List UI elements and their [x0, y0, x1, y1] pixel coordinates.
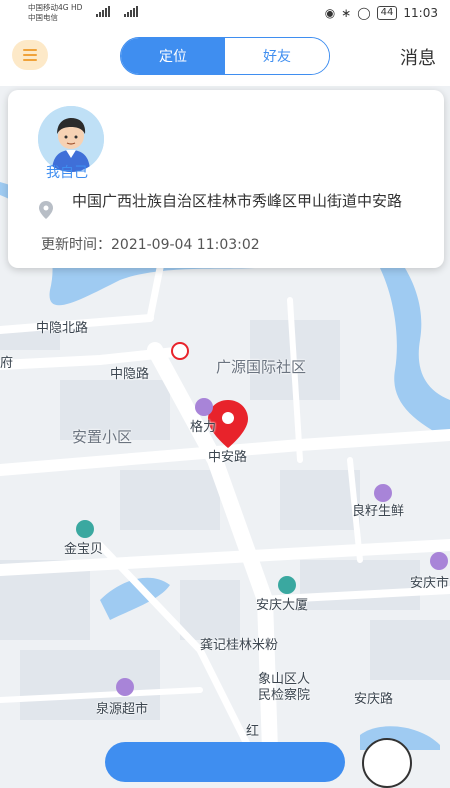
segmented-tabs: 定位 好友	[120, 37, 330, 75]
metro-icon[interactable]	[171, 342, 189, 360]
signal-icon	[124, 6, 138, 17]
status-bar: 中国移动4G HD 中国电信 ◉ ∗ ◯ 44 11:03	[0, 0, 450, 28]
map-label: 红	[246, 724, 260, 739]
map-label: 良籽生鲜	[352, 504, 405, 519]
map-label: 中隐路	[110, 367, 150, 382]
map-label: 广源国际社区	[216, 358, 307, 376]
menu-icon[interactable]	[12, 40, 48, 70]
signal-icons	[96, 6, 138, 17]
location-card: 我自己 中国广西壮族自治区桂林市秀峰区甲山街道中安路 更新时间：2021-09-…	[8, 90, 444, 268]
map-label: 安庆路	[354, 692, 394, 707]
map-label: 金宝贝	[64, 542, 104, 557]
building-icon[interactable]	[278, 576, 296, 594]
address-text: 中国广西壮族自治区桂林市秀峰区甲山街道中安路	[72, 192, 403, 210]
shop-icon[interactable]	[116, 678, 134, 696]
clock: 11:03	[403, 6, 438, 20]
bottom-action-button[interactable]	[105, 742, 345, 782]
compass-icon[interactable]	[362, 738, 412, 788]
bluetooth-icon: ∗	[341, 6, 352, 20]
update-time-value: 2021-09-04 11:03:02	[111, 237, 260, 253]
eye-icon: ◉	[324, 6, 336, 20]
update-time: 更新时间：2021-09-04 11:03:02	[41, 234, 260, 254]
map-label: 民检察院	[258, 688, 311, 703]
map-label: 安庆市	[410, 576, 450, 591]
shop-icon[interactable]	[195, 398, 213, 416]
carrier-1: 中国移动4G HD	[28, 3, 83, 12]
tab-locate[interactable]: 定位	[121, 38, 225, 74]
shop-icon[interactable]	[430, 552, 448, 570]
messages-button[interactable]: 消息	[400, 44, 436, 70]
battery-icon: 44	[376, 6, 398, 20]
map-label: 中安路	[208, 450, 248, 465]
signal-icon	[96, 6, 110, 17]
map-label: 泉源超市	[96, 702, 149, 717]
carrier-2: 中国电信	[28, 13, 58, 22]
top-bar: 定位 好友 消息	[0, 28, 450, 86]
carrier-info: 中国移动4G HD 中国电信	[28, 3, 82, 23]
map-label: 府	[0, 356, 14, 371]
map-label: 龚记桂林米粉	[200, 638, 279, 653]
map-label: 安置小区	[72, 428, 133, 446]
update-time-label: 更新时间：	[41, 237, 111, 253]
education-icon[interactable]	[76, 520, 94, 538]
user-name: 我自己	[46, 165, 88, 181]
tab-friends[interactable]: 好友	[225, 38, 329, 74]
map-label: 中隐北路	[36, 321, 89, 336]
map-label: 格力	[190, 420, 217, 435]
location-pin-icon	[39, 201, 53, 219]
location-icon: ◯	[357, 6, 371, 20]
map-label: 安庆大厦	[256, 598, 309, 613]
